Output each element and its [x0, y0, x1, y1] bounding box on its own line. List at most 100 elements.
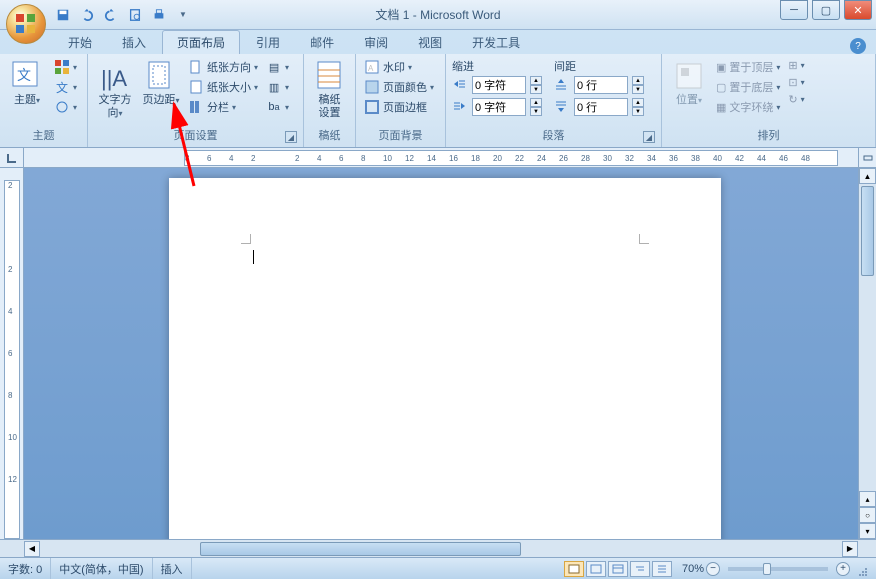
tab-0[interactable]: 开始 — [54, 31, 106, 54]
draft-view-icon[interactable] — [652, 561, 672, 577]
draft-label: 稿纸 设置 — [319, 94, 341, 120]
size-button[interactable]: 纸张大小 ▾ — [186, 78, 260, 96]
scroll-right-icon[interactable]: ▶ — [842, 541, 858, 557]
help-icon[interactable]: ? — [850, 38, 866, 54]
zoom-in-button[interactable]: + — [836, 562, 850, 576]
indent-right-input[interactable]: 0 字符 — [472, 98, 526, 116]
send-back-button: ▢置于底层 ▾ — [714, 78, 782, 96]
scroll-left-icon[interactable]: ◀ — [24, 541, 40, 557]
spin-down-icon[interactable]: ▼ — [632, 85, 644, 94]
minimize-button[interactable]: ─ — [780, 0, 808, 20]
scroll-up-icon[interactable]: ▲ — [859, 168, 876, 184]
svg-text:文: 文 — [17, 67, 31, 83]
horizontal-scrollbar[interactable] — [40, 541, 842, 557]
theme-colors-button[interactable]: ▾ — [52, 58, 79, 76]
vertical-ruler[interactable]: 224681012 — [4, 180, 20, 539]
indent-left-icon — [452, 77, 468, 93]
document-page[interactable] — [169, 178, 721, 539]
group-label-paragraph: 段落 — [543, 130, 565, 142]
spin-up-icon[interactable]: ▲ — [632, 98, 644, 107]
redo-icon[interactable] — [102, 6, 120, 24]
tab-7[interactable]: 开发工具 — [458, 31, 534, 54]
page-border-button[interactable]: 页面边框 — [362, 98, 436, 116]
word-count[interactable]: 字数: 0 — [0, 558, 51, 579]
space-before-input[interactable]: 0 行 — [574, 76, 628, 94]
spin-up-icon[interactable]: ▲ — [530, 76, 542, 85]
text-direction-button[interactable]: ||A 文字方向▾ — [94, 58, 136, 122]
svg-text:文: 文 — [56, 80, 68, 94]
group-label-themes: 主题 — [6, 125, 81, 145]
group-label-draft: 稿纸 — [310, 125, 349, 145]
space-after-icon — [554, 99, 570, 115]
scroll-thumb[interactable] — [861, 186, 874, 276]
quickprint-icon[interactable] — [150, 6, 168, 24]
theme-fonts-button[interactable]: 文▾ — [52, 78, 79, 96]
resize-grip-icon[interactable] — [852, 561, 868, 577]
margin-mark-icon — [639, 234, 649, 244]
margins-label: 页边距 — [142, 94, 175, 106]
indent-label: 缩进 — [452, 58, 542, 74]
page-color-button[interactable]: 页面颜色 ▾ — [362, 78, 436, 96]
scroll-thumb[interactable] — [200, 542, 521, 556]
fullscreen-view-icon[interactable] — [586, 561, 606, 577]
tab-3[interactable]: 引用 — [242, 31, 294, 54]
zoom-out-button[interactable]: − — [706, 562, 720, 576]
bring-front-button: ▣置于顶层 ▾ — [714, 58, 782, 76]
undo-icon[interactable] — [78, 6, 96, 24]
close-button[interactable]: ✕ — [844, 0, 872, 20]
spin-down-icon[interactable]: ▼ — [632, 107, 644, 116]
spin-down-icon[interactable]: ▼ — [530, 85, 542, 94]
pagesetup-launcher-icon[interactable]: ◢ — [285, 131, 297, 143]
margins-button[interactable]: 页边距▾ — [140, 58, 182, 109]
maximize-button[interactable]: ▢ — [812, 0, 840, 20]
orientation-button[interactable]: 纸张方向 ▾ — [186, 58, 260, 76]
rotate-button: ↻▾ — [786, 92, 806, 107]
tab-5[interactable]: 审阅 — [350, 31, 402, 54]
watermark-button[interactable]: A水印 ▾ — [362, 58, 436, 76]
align-button: ⊞▾ — [786, 58, 806, 73]
text-wrap-button: ▦文字环绕 ▾ — [714, 98, 782, 116]
next-page-icon[interactable]: ▾ — [859, 523, 876, 539]
browse-object-icon[interactable]: ○ — [859, 507, 876, 523]
spin-up-icon[interactable]: ▲ — [632, 76, 644, 85]
outline-view-icon[interactable] — [630, 561, 650, 577]
office-button[interactable] — [6, 4, 46, 44]
qat-customize-icon[interactable]: ▼ — [174, 6, 192, 24]
vertical-scrollbar[interactable]: ▲ ▴ ○ ▾ — [858, 168, 876, 539]
columns-button[interactable]: 分栏 ▾ — [186, 98, 260, 116]
spin-up-icon[interactable]: ▲ — [530, 98, 542, 107]
spin-down-icon[interactable]: ▼ — [530, 107, 542, 116]
save-icon[interactable] — [54, 6, 72, 24]
prev-page-icon[interactable]: ▴ — [859, 491, 876, 507]
paragraph-launcher-icon[interactable]: ◢ — [643, 131, 655, 143]
theme-effects-button[interactable]: ▾ — [52, 98, 79, 116]
breaks-button[interactable]: ▤▾ — [264, 58, 291, 76]
preview-icon[interactable] — [126, 6, 144, 24]
svg-text:A: A — [368, 64, 374, 73]
spacing-label: 间距 — [554, 58, 644, 74]
zoom-handle[interactable] — [763, 563, 771, 575]
draft-settings-button[interactable]: 稿纸 设置 — [310, 58, 349, 122]
ruler-toggle-icon[interactable] — [858, 148, 876, 167]
margin-mark-icon — [241, 234, 251, 244]
line-numbers-button[interactable]: ▥▾ — [264, 78, 291, 96]
text-cursor — [253, 250, 254, 264]
tab-selector-icon[interactable] — [0, 148, 24, 167]
horizontal-ruler[interactable]: 8642246810121416182022242628303234363840… — [184, 150, 838, 166]
zoom-level[interactable]: 70% — [682, 563, 704, 575]
group-label-pagesetup: 页面设置 — [174, 130, 218, 142]
tab-6[interactable]: 视图 — [404, 31, 456, 54]
indent-left-input[interactable]: 0 字符 — [472, 76, 526, 94]
print-layout-view-icon[interactable] — [564, 561, 584, 577]
tab-1[interactable]: 插入 — [108, 31, 160, 54]
tab-4[interactable]: 邮件 — [296, 31, 348, 54]
themes-button[interactable]: 文 主题▾ — [6, 58, 48, 109]
zoom-slider[interactable] — [728, 567, 828, 571]
web-layout-view-icon[interactable] — [608, 561, 628, 577]
language-status[interactable]: 中文(简体，中国) — [51, 558, 152, 579]
space-after-input[interactable]: 0 行 — [574, 98, 628, 116]
insert-mode[interactable]: 插入 — [153, 558, 192, 579]
tab-2[interactable]: 页面布局 — [162, 30, 240, 54]
text-direction-label: 文字方向 — [99, 94, 132, 119]
hyphenation-button[interactable]: ba▾ — [264, 98, 291, 116]
